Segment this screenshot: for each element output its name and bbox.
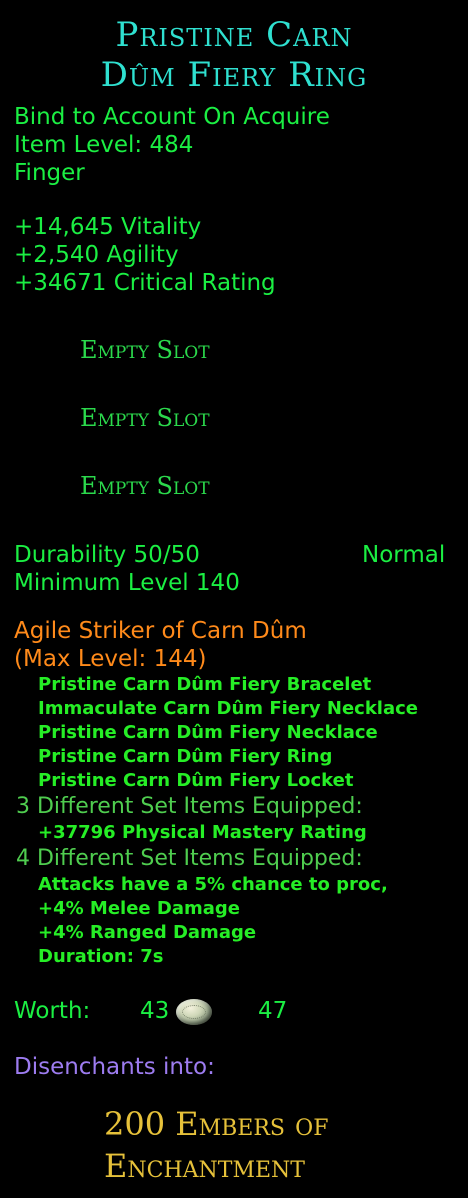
durability-type: Normal [362,542,446,568]
set-bonus-4-line-1: Attacks have a 5% chance to proc, [38,874,388,895]
durability-value: Durability 50/50 [14,542,200,568]
set-bonus-3-line-1: +37796 Physical Mastery Rating [38,822,367,843]
disenchant-result-icon [20,1106,94,1180]
stat-agility: +2,540 Agility [14,242,179,268]
silver-coin-icon [176,999,212,1025]
essence-slot-3[interactable]: Empty Slot [80,472,210,500]
essence-slot-1[interactable]: Empty Slot [80,336,210,364]
set-bonus-4-line-4: Duration: 7s [38,946,164,967]
set-bonus-3-header: 3 Different Set Items Equipped: [16,794,363,819]
set-item-4: Pristine Carn Dûm Fiery Ring [38,746,333,767]
set-name: Agile Striker of Carn Dûm [14,618,307,644]
disenchant-label: Disenchants into: [14,1054,215,1080]
set-item-1: Pristine Carn Dûm Fiery Bracelet [38,674,372,695]
set-max-level: (Max Level: 144) [14,646,207,672]
item-name-line1: Pristine Carn [115,15,353,55]
stat-critical-rating: +34671 Critical Rating [14,270,276,296]
worth-gold-amount: 43 [140,998,170,1024]
stat-vitality: +14,645 Vitality [14,214,202,240]
item-level: Item Level: 484 [14,132,194,158]
disenchant-result-line2: Enchantment [104,1147,305,1185]
essence-slot-2[interactable]: Empty Slot [80,404,210,432]
set-item-2: Immaculate Carn Dûm Fiery Necklace [38,698,418,719]
item-name-line2: Dûm Fiery Ring [100,55,368,95]
set-bonus-4-line-2: +4% Melee Damage [38,898,240,919]
minimum-level: Minimum Level 140 [14,570,240,596]
worth-silver-amount: 47 [258,998,288,1024]
set-item-5: Pristine Carn Dûm Fiery Locket [38,770,354,791]
equip-slot: Finger [14,160,85,186]
bind-text: Bind to Account On Acquire [14,104,330,130]
set-bonus-4-line-3: +4% Ranged Damage [38,922,257,943]
set-item-3: Pristine Carn Dûm Fiery Necklace [38,722,378,743]
worth-label: Worth: [14,998,91,1024]
set-bonus-4-header: 4 Different Set Items Equipped: [16,846,363,871]
disenchant-result-line1: 200 Embers of [104,1105,329,1143]
